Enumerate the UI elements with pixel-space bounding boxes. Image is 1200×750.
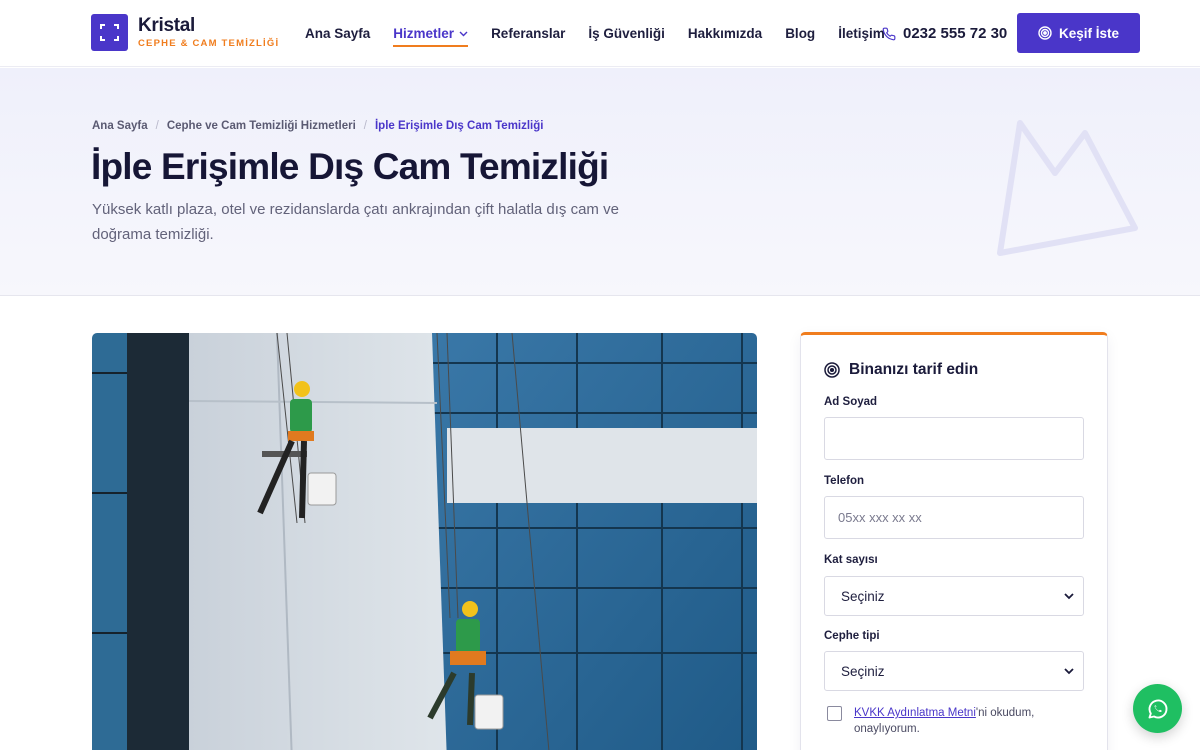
form-title: Binanızı tarif edin <box>824 361 978 379</box>
breadcrumb-item-current: İple Erişimle Dış Cam Temizliği <box>374 120 544 132</box>
kvkk-consent-text: KVKK Aydınlatma Metni'ni okudum, onaylıy… <box>854 705 1087 737</box>
breadcrumb-item-services[interactable]: Cephe ve Cam Temizliği Hizmetleri <box>167 120 356 132</box>
brand-name: Kristal <box>138 15 196 37</box>
kvkk-link[interactable]: KVKK Aydınlatma Metni <box>854 707 976 719</box>
chevron-down-icon <box>1064 592 1074 599</box>
mountain-outline-decoration <box>997 120 1138 256</box>
header-phone-link[interactable]: 0232 555 72 30 <box>882 0 1007 67</box>
nav-item-iletisim[interactable]: İletişim <box>838 0 885 67</box>
chevron-down-icon <box>1064 667 1074 674</box>
whatsapp-button[interactable] <box>1133 684 1182 733</box>
kesif-iste-button[interactable]: Keşif İste <box>1017 13 1140 53</box>
chevron-down-icon <box>459 31 468 37</box>
nav-item-blog[interactable]: Blog <box>785 0 815 67</box>
facade-label: Cephe tipi <box>824 630 880 642</box>
brand-logo[interactable]: Kristal CEPHE & CAM TEMİZLİĞİ <box>91 14 279 51</box>
brand-tagline: CEPHE & CAM TEMİZLİĞİ <box>138 38 280 50</box>
page-hero: Ana Sayfa / Cephe ve Cam Temizliği Hizme… <box>0 68 1200 296</box>
nav-item-is-guvenligi[interactable]: İş Güvenliği <box>588 0 665 67</box>
phone-number: 0232 555 72 30 <box>903 25 1008 42</box>
name-label: Ad Soyad <box>824 396 878 408</box>
facade-select[interactable]: Seçiniz <box>824 651 1084 691</box>
main-nav: Ana Sayfa Hizmetler Referanslar İş Güven… <box>305 0 908 67</box>
kvkk-consent: KVKK Aydınlatma Metni'ni okudum, onaylıy… <box>827 705 1087 737</box>
floors-select[interactable]: Seçiniz <box>824 576 1084 616</box>
breadcrumb-separator: / <box>363 120 367 132</box>
focus-frame-icon <box>91 14 128 51</box>
name-input[interactable] <box>824 417 1084 460</box>
service-photo-rope-access <box>92 333 757 750</box>
nav-item-hakkimizda[interactable]: Hakkımızda <box>688 0 762 67</box>
breadcrumb-separator: / <box>155 120 159 132</box>
breadcrumb-item-home[interactable]: Ana Sayfa <box>92 120 148 132</box>
phone-label: Telefon <box>824 475 865 487</box>
target-icon <box>1038 26 1052 40</box>
nav-item-hizmetler[interactable]: Hizmetler <box>393 0 468 67</box>
nav-item-ana-sayfa[interactable]: Ana Sayfa <box>305 0 370 67</box>
page-description: Yüksek katlı plaza, otel ve rezidanslard… <box>92 201 619 243</box>
form-title-text: Binanızı tarif edin <box>849 361 979 378</box>
floors-label: Kat sayısı <box>824 554 878 566</box>
cta-label: Keşif İste <box>1058 25 1120 41</box>
kvkk-checkbox[interactable] <box>827 706 842 721</box>
page-title: İple Erişimle Dış Cam Temizliği <box>91 146 609 187</box>
phone-icon <box>882 27 896 40</box>
whatsapp-icon <box>1148 699 1167 718</box>
nav-item-label: Hizmetler <box>393 26 455 41</box>
quote-form-card: Binanızı tarif edin Ad Soyad Telefon Kat… <box>800 332 1108 750</box>
phone-input[interactable] <box>824 496 1084 539</box>
floors-select-value: Seçiniz <box>841 588 885 604</box>
nav-item-referanslar[interactable]: Referanslar <box>491 0 565 67</box>
breadcrumb: Ana Sayfa / Cephe ve Cam Temizliği Hizme… <box>92 120 543 132</box>
target-icon <box>824 362 840 378</box>
site-header: Kristal CEPHE & CAM TEMİZLİĞİ Ana Sayfa … <box>0 0 1200 67</box>
facade-select-value: Seçiniz <box>841 663 885 679</box>
